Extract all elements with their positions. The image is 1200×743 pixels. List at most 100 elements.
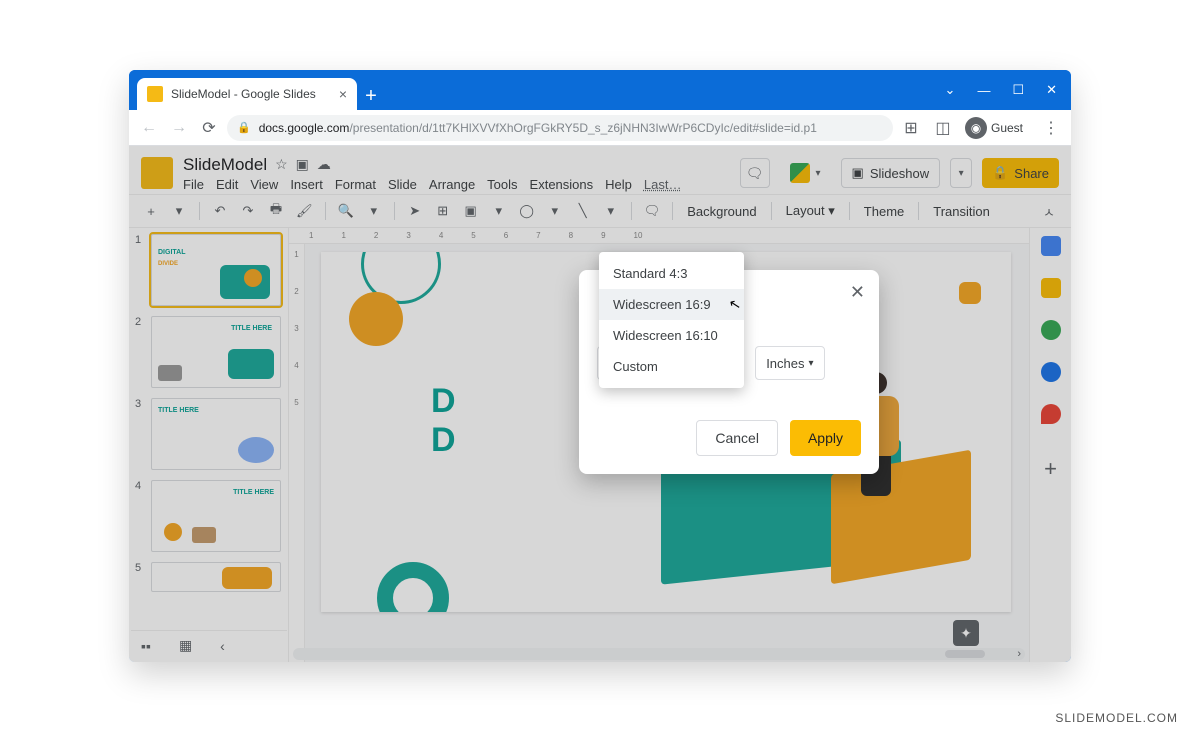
slides-favicon-icon — [147, 86, 163, 102]
lock-icon: 🔒 — [237, 121, 251, 134]
minimize-icon[interactable]: — — [977, 83, 990, 98]
decor-square — [959, 282, 981, 304]
share-button[interactable]: 🔒Share — [982, 158, 1059, 188]
comments-icon[interactable]: 🗨 — [740, 158, 770, 188]
image-icon[interactable]: ▣ — [459, 199, 483, 223]
theme-button[interactable]: Theme — [858, 204, 910, 219]
slideshow-dropdown[interactable]: ▾ — [950, 158, 972, 188]
filmstrip[interactable]: 1DIGITALDIVIDE 2TITLE HERE 3TITLE HERE 4… — [129, 228, 289, 662]
decor-ring — [377, 562, 449, 612]
reload-icon[interactable]: ⟳ — [197, 116, 221, 140]
url-text: docs.google.com/presentation/d/1tt7KHlXV… — [259, 121, 817, 135]
browser-titlebar: SlideModel - Google Slides × + ⌄ — ☐ ✕ — [129, 70, 1071, 110]
contacts-icon[interactable] — [1041, 362, 1061, 382]
slide-thumbnail-4[interactable]: TITLE HERE — [151, 480, 281, 552]
textbox-icon[interactable]: ⊞ — [431, 199, 455, 223]
last-edit-link[interactable]: Last… — [644, 177, 682, 192]
app-header: SlideModel ☆ ▣ ☁ File Edit View Insert F… — [129, 146, 1071, 194]
undo-icon[interactable]: ↶ — [208, 199, 232, 223]
paint-format-icon[interactable]: 🖌 — [292, 199, 317, 223]
filmstrip-footer: ▪▪ ▦ ‹ — [131, 630, 287, 660]
shape-dropdown[interactable]: ▾ — [543, 199, 567, 223]
move-icon[interactable]: ▣ — [296, 156, 309, 173]
tasks-icon[interactable] — [1041, 320, 1061, 340]
slide-thumbnail-3[interactable]: TITLE HERE — [151, 398, 281, 470]
browser-tab[interactable]: SlideModel - Google Slides × — [137, 78, 357, 110]
explore-button[interactable]: ✦ — [953, 620, 979, 646]
slide-thumbnail-5[interactable] — [151, 562, 281, 592]
document-name[interactable]: SlideModel — [183, 155, 267, 175]
menu-view[interactable]: View — [250, 177, 278, 192]
avatar-icon: ◉ — [965, 117, 987, 139]
collapse-toolbar-icon[interactable]: ㅅ — [1037, 199, 1061, 223]
address-bar: ← → ⟳ 🔒 docs.google.com/presentation/d/1… — [129, 110, 1071, 146]
menu-slide[interactable]: Slide — [388, 177, 417, 192]
zoom-dropdown[interactable]: ▾ — [362, 199, 386, 223]
menu-tools[interactable]: Tools — [487, 177, 517, 192]
aspect-ratio-dropdown: Standard 4:3 Widescreen 16:9 Widescreen … — [599, 252, 744, 388]
browser-menu-icon[interactable]: ⋮ — [1039, 118, 1063, 138]
menu-extensions[interactable]: Extensions — [530, 177, 594, 192]
comment-tool-icon[interactable]: 🗨 — [640, 199, 665, 223]
new-slide-dropdown[interactable]: ▾ — [167, 199, 191, 223]
option-standard-4-3[interactable]: Standard 4:3 — [599, 258, 744, 289]
shape-icon[interactable]: ◯ — [515, 199, 539, 223]
tab-close-icon[interactable]: × — [339, 86, 347, 102]
menu-insert[interactable]: Insert — [290, 177, 323, 192]
profile-label: Guest — [991, 121, 1023, 135]
new-tab-button[interactable]: + — [357, 82, 385, 110]
close-window-icon[interactable]: ✕ — [1046, 82, 1057, 98]
transition-button[interactable]: Transition — [927, 204, 996, 219]
decor-circle-orange — [349, 292, 403, 346]
option-custom[interactable]: Custom — [599, 351, 744, 382]
present-icon: ▣ — [852, 165, 864, 181]
menu-arrange[interactable]: Arrange — [429, 177, 475, 192]
menu-file[interactable]: File — [183, 177, 204, 192]
collapse-filmstrip-icon[interactable]: ‹ — [220, 638, 225, 654]
maximize-icon[interactable]: ☐ — [1012, 82, 1024, 98]
url-field[interactable]: 🔒 docs.google.com/presentation/d/1tt7KHl… — [227, 115, 893, 141]
menu-edit[interactable]: Edit — [216, 177, 238, 192]
translate-icon[interactable]: ⊞ — [899, 116, 923, 140]
image-dropdown[interactable]: ▾ — [487, 199, 511, 223]
unit-dropdown[interactable]: Inches▾ — [755, 346, 824, 380]
meet-icon — [790, 163, 810, 183]
redo-icon[interactable]: ↷ — [236, 199, 260, 223]
tab-title: SlideModel - Google Slides — [171, 87, 331, 101]
menu-bar: File Edit View Insert Format Slide Arran… — [183, 177, 681, 192]
keep-icon[interactable] — [1041, 278, 1061, 298]
grid-view-icon[interactable]: ▦ — [179, 637, 192, 654]
maps-icon[interactable] — [1041, 404, 1061, 424]
menu-format[interactable]: Format — [335, 177, 376, 192]
option-widescreen-16-9[interactable]: Widescreen 16:9 — [599, 289, 744, 320]
apply-button[interactable]: Apply — [790, 420, 861, 456]
slide-thumbnail-2[interactable]: TITLE HERE — [151, 316, 281, 388]
print-icon[interactable]: 🖶 — [264, 199, 288, 223]
zoom-icon[interactable]: 🔍 — [334, 199, 358, 223]
profile-chip[interactable]: ◉ Guest — [963, 115, 1031, 141]
cancel-button[interactable]: Cancel — [696, 420, 778, 456]
slideshow-button[interactable]: ▣Slideshow — [841, 158, 941, 188]
star-icon[interactable]: ☆ — [275, 156, 288, 173]
new-slide-button[interactable]: + — [139, 199, 163, 223]
forward-icon[interactable]: → — [167, 116, 191, 140]
layout-button[interactable]: Layout ▾ — [780, 203, 841, 219]
menu-help[interactable]: Help — [605, 177, 632, 192]
addons-plus-icon[interactable]: + — [1044, 456, 1057, 482]
option-widescreen-16-10[interactable]: Widescreen 16:10 — [599, 320, 744, 351]
filmstrip-view-icon[interactable]: ▪▪ — [141, 638, 151, 654]
calendar-icon[interactable] — [1041, 236, 1061, 256]
line-icon[interactable]: ╲ — [571, 199, 595, 223]
horizontal-scrollbar[interactable]: › — [293, 648, 1025, 660]
dialog-close-icon[interactable]: ✕ — [850, 282, 865, 303]
cloud-icon[interactable]: ☁ — [317, 156, 331, 173]
slide-thumbnail-1[interactable]: DIGITALDIVIDE — [151, 234, 281, 306]
background-button[interactable]: Background — [681, 204, 762, 219]
line-dropdown[interactable]: ▾ — [599, 199, 623, 223]
browser-window: SlideModel - Google Slides × + ⌄ — ☐ ✕ ←… — [129, 70, 1071, 662]
meet-button[interactable]: ▾ — [780, 158, 831, 188]
extension-icon[interactable]: ◫ — [931, 116, 955, 140]
chevron-down-icon[interactable]: ⌄ — [945, 82, 956, 98]
select-icon[interactable]: ➤ — [403, 199, 427, 223]
back-icon[interactable]: ← — [137, 116, 161, 140]
